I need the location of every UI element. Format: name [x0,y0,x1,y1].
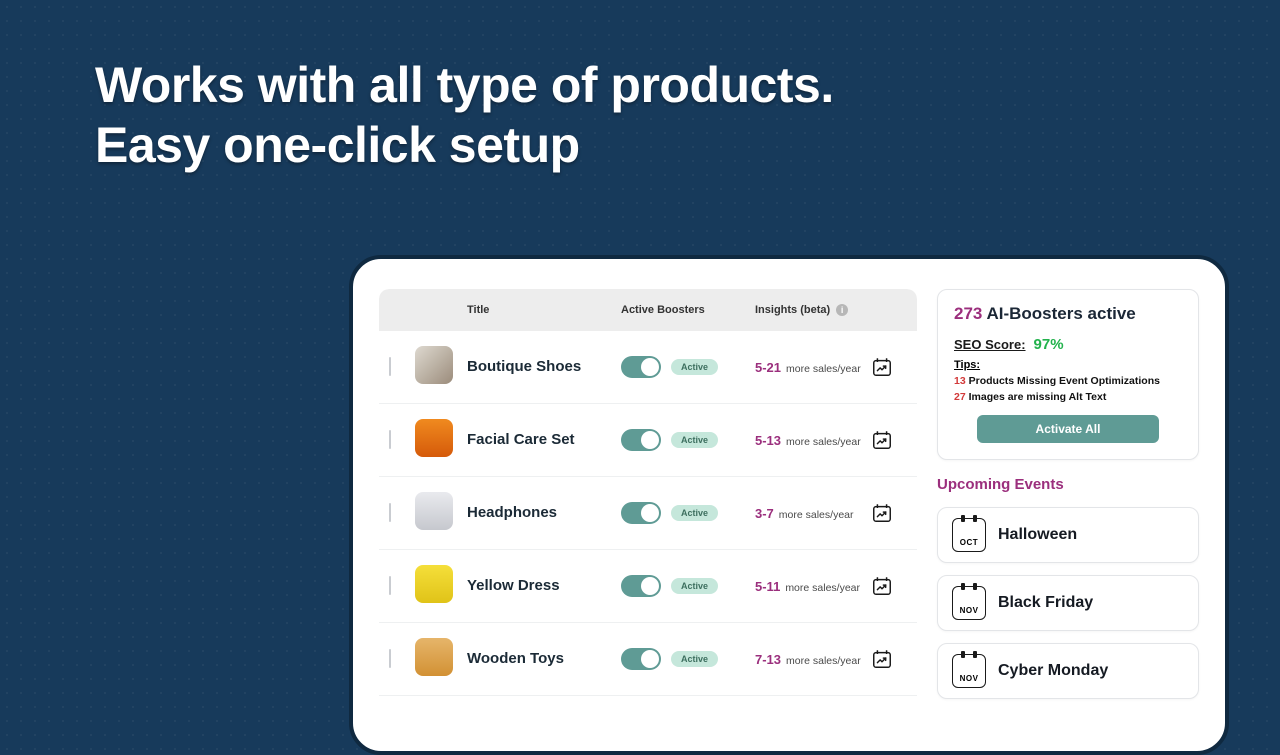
side-panel: 273 AI-Boosters active SEO Score: 97% Ti… [937,289,1199,751]
booster-toggle[interactable] [621,502,661,524]
col-boosters: Active Boosters [621,304,751,316]
calendar-icon[interactable] [871,429,907,451]
boosters-active: 273 AI-Boosters active [954,304,1182,324]
calendar-icon[interactable] [871,575,907,597]
event-card[interactable]: OCT Halloween [937,507,1199,563]
headline-line-2: Easy one-click setup [95,117,580,173]
product-thumbnail [415,638,453,676]
product-title: Facial Care Set [467,431,575,448]
product-title: Headphones [467,504,557,521]
product-title: Boutique Shoes [467,358,581,375]
product-thumbnail [415,346,453,384]
status-badge: Active [671,505,718,521]
info-icon[interactable]: i [836,304,848,316]
booster-toggle[interactable] [621,356,661,378]
app-panel: Title Active Boosters Insights (beta) i … [349,255,1229,755]
insight-label: more sales/year [786,436,861,448]
insight-range: 7-13 [755,652,781,667]
product-table: Title Active Boosters Insights (beta) i … [379,289,917,751]
booster-toggle[interactable] [621,648,661,670]
insight-label: more sales/year [786,363,861,375]
insight-range: 3-7 [755,506,774,521]
insight-range: 5-13 [755,433,781,448]
calendar-date-icon: NOV [952,654,986,688]
seo-score-label: SEO Score: [954,337,1026,352]
calendar-date-icon: OCT [952,518,986,552]
seo-score-value: 97% [1034,336,1064,353]
status-badge: Active [671,359,718,375]
tip-1: 13 Products Missing Event Optimizations [954,375,1182,387]
calendar-icon[interactable] [871,356,907,378]
table-row: Headphones Active 3-7 more sales/year [379,477,917,550]
product-thumbnail [415,419,453,457]
event-name: Halloween [998,526,1077,544]
table-row: Wooden Toys Active 7-13 more sales/year [379,623,917,696]
upcoming-events-header: Upcoming Events [937,476,1199,493]
boosters-count: 273 [954,304,982,323]
tip-2: 27 Images are missing Alt Text [954,391,1182,403]
table-row: Boutique Shoes Active 5-21 more sales/year [379,331,917,404]
tips-label: Tips: [954,359,1182,371]
product-title: Yellow Dress [467,577,560,594]
calendar-icon[interactable] [871,648,907,670]
insight-label: more sales/year [785,582,860,594]
product-thumbnail [415,492,453,530]
product-thumbnail [415,565,453,603]
calendar-icon[interactable] [871,502,907,524]
table-row: Facial Care Set Active 5-13 more sales/year [379,404,917,477]
event-card[interactable]: NOV Cyber Monday [937,643,1199,699]
event-name: Black Friday [998,594,1093,612]
insight-label: more sales/year [779,509,854,521]
booster-toggle[interactable] [621,429,661,451]
status-badge: Active [671,578,718,594]
table-row: Yellow Dress Active 5-11 more sales/year [379,550,917,623]
event-card[interactable]: NOV Black Friday [937,575,1199,631]
row-checkbox[interactable] [389,576,391,595]
col-insights: Insights (beta) [755,304,830,316]
row-checkbox[interactable] [389,649,391,668]
calendar-date-icon: NOV [952,586,986,620]
status-badge: Active [671,651,718,667]
activate-all-button[interactable]: Activate All [977,415,1159,443]
col-title: Title [463,304,621,316]
table-header: Title Active Boosters Insights (beta) i [379,289,917,331]
booster-toggle[interactable] [621,575,661,597]
product-title: Wooden Toys [467,650,564,667]
row-checkbox[interactable] [389,503,391,522]
row-checkbox[interactable] [389,357,391,376]
marketing-headline: Works with all type of products. Easy on… [95,55,834,175]
insight-label: more sales/year [786,655,861,667]
boosters-label: AI-Boosters active [986,304,1135,323]
insight-range: 5-21 [755,360,781,375]
stats-card: 273 AI-Boosters active SEO Score: 97% Ti… [937,289,1199,460]
row-checkbox[interactable] [389,430,391,449]
status-badge: Active [671,432,718,448]
headline-line-1: Works with all type of products. [95,57,834,113]
insight-range: 5-11 [755,579,780,594]
event-name: Cyber Monday [998,662,1108,680]
